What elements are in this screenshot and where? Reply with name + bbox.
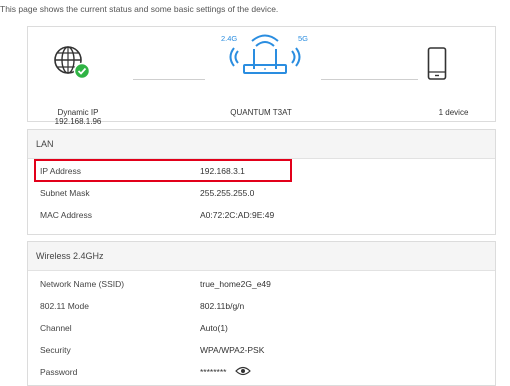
wireless-row-channel: Channel Auto(1) bbox=[28, 317, 495, 339]
phone-icon bbox=[427, 47, 447, 80]
lan-row-subnet: Subnet Mask 255.255.255.0 bbox=[28, 182, 495, 204]
router-status[interactable]: 2.4G 5G bbox=[214, 29, 318, 75]
ip-address-highlight bbox=[34, 159, 292, 182]
wireless-row-mode: 802.11 Mode 802.11b/g/n bbox=[28, 295, 495, 317]
band-24-label: 2.4G bbox=[221, 34, 238, 43]
lan-title: LAN bbox=[28, 130, 495, 159]
clients-status[interactable] bbox=[427, 47, 447, 81]
ssid-value: true_home2G_e49 bbox=[200, 279, 271, 289]
connection-line-right bbox=[321, 79, 418, 80]
lan-row-mac: MAC Address A0:72:2C:AD:9E:49 bbox=[28, 204, 495, 226]
page-description: This page shows the current status and s… bbox=[0, 4, 279, 14]
mode-value: 802.11b/g/n bbox=[200, 301, 245, 311]
security-label: Security bbox=[40, 345, 71, 355]
internet-status[interactable] bbox=[50, 42, 100, 82]
internet-type: Dynamic IP bbox=[57, 108, 99, 117]
password-value: ******** bbox=[200, 367, 227, 377]
wireless-row-ssid: Network Name (SSID) true_home2G_e49 bbox=[28, 273, 495, 295]
globe-icon bbox=[54, 46, 91, 80]
internet-ip: 192.168.1.96 bbox=[54, 117, 102, 126]
subnet-mask-label: Subnet Mask bbox=[40, 188, 90, 198]
router-name: QUANTUM T3AT bbox=[230, 108, 292, 117]
wireless-title: Wireless 2.4GHz bbox=[28, 242, 495, 271]
security-value: WPA/WPA2-PSK bbox=[200, 345, 265, 355]
client-count: 1 device bbox=[438, 108, 469, 117]
subnet-mask-value: 255.255.255.0 bbox=[200, 188, 255, 198]
mac-address-label: MAC Address bbox=[40, 210, 92, 220]
mac-address-value: A0:72:2C:AD:9E:49 bbox=[200, 210, 275, 220]
wireless-row-security: Security WPA/WPA2-PSK bbox=[28, 339, 495, 361]
connected-check-icon bbox=[73, 62, 91, 80]
wireless-row-password: Password ******** bbox=[28, 361, 495, 383]
lan-panel: LAN IP Address 192.168.3.1 Subnet Mask 2… bbox=[27, 129, 496, 235]
wireless-panel: Wireless 2.4GHz Network Name (SSID) true… bbox=[27, 241, 496, 386]
internet-caption: Dynamic IP 192.168.1.96 bbox=[38, 108, 118, 126]
connection-line-left bbox=[133, 79, 205, 80]
password-field: ******** bbox=[200, 361, 251, 384]
password-label: Password bbox=[40, 367, 78, 377]
mode-label: 802.11 Mode bbox=[40, 301, 89, 311]
ssid-label: Network Name (SSID) bbox=[40, 279, 125, 289]
channel-label: Channel bbox=[40, 323, 72, 333]
show-password-eye-icon[interactable] bbox=[234, 362, 251, 384]
status-panel: 2.4G 5G Dynamic IP 192.168.1.96 QUANTUM … bbox=[27, 26, 496, 126]
channel-value: Auto(1) bbox=[200, 323, 228, 333]
band-5-label: 5G bbox=[298, 34, 309, 43]
